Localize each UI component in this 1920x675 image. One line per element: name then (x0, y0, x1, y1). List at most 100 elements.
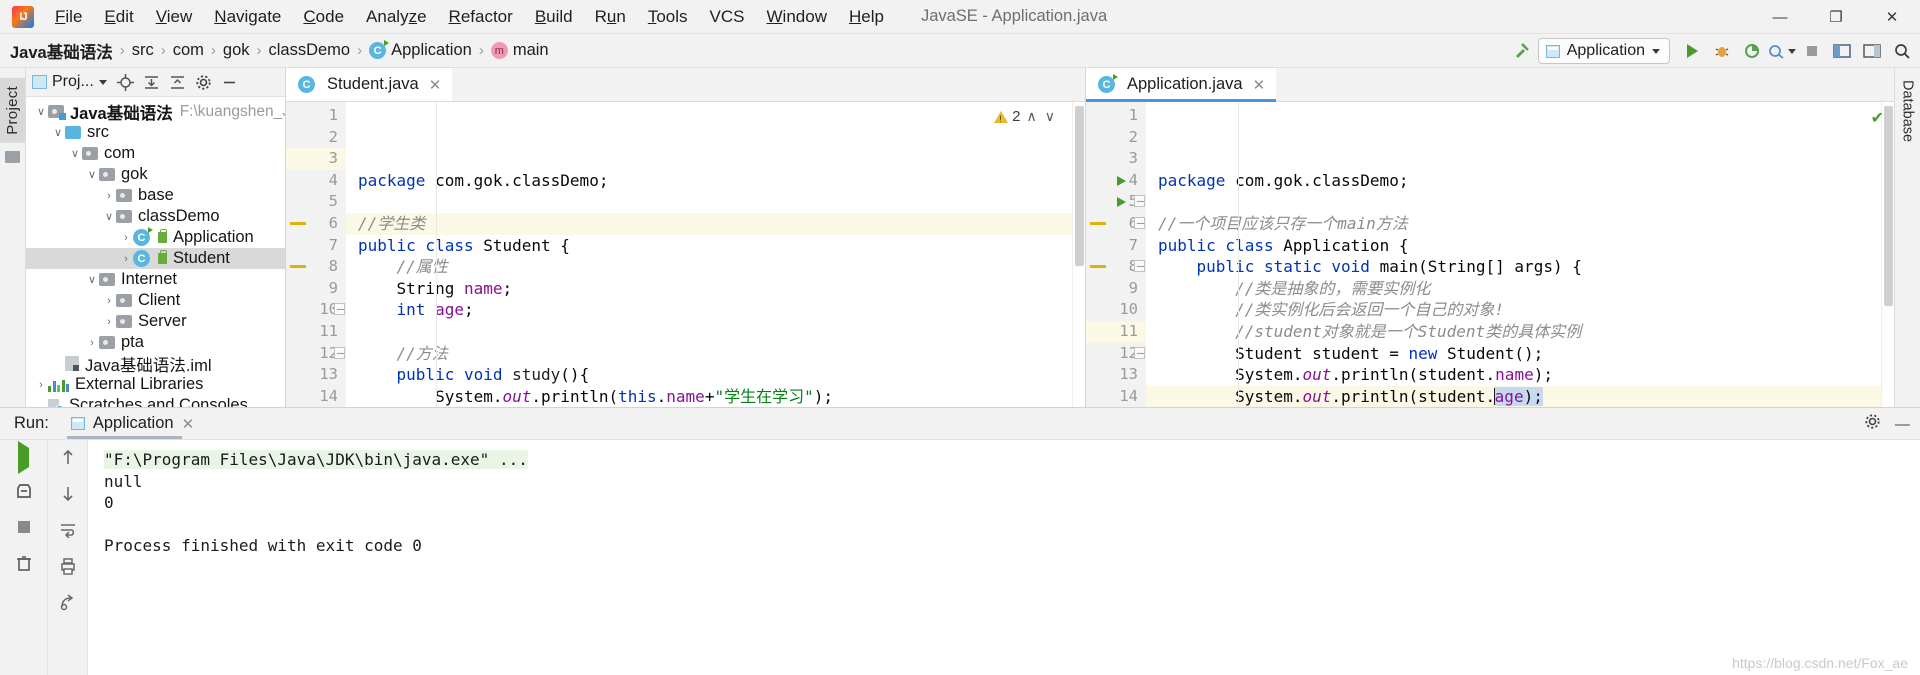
chevron-right-icon[interactable]: › (85, 337, 99, 349)
menu-analyze[interactable]: Analyze (355, 4, 438, 30)
code-line[interactable]: public static void main(String[] args) { (1146, 256, 1894, 278)
chevron-down-icon[interactable]: ∨ (34, 105, 48, 118)
tree-item-gok[interactable]: ∨ gok (26, 164, 285, 185)
tree-item-com[interactable]: ∨ com (26, 143, 285, 164)
editor-scrollbar-right[interactable] (1881, 102, 1894, 407)
tree-item-external-libraries[interactable]: › External Libraries (26, 374, 285, 395)
chevron-down-icon[interactable]: ∨ (85, 168, 99, 181)
editor-scrollbar-left[interactable] (1072, 102, 1085, 407)
tree-item-base[interactable]: › base (26, 185, 285, 206)
tab-student-java[interactable]: C Student.java ✕ (286, 68, 453, 101)
tree-item-server[interactable]: › Server (26, 311, 285, 332)
expand-all-icon[interactable] (140, 71, 163, 94)
breadcrumb-item-com[interactable]: com (173, 41, 204, 60)
code-line[interactable]: System.out.println(this.name+"学生在学习"); (346, 386, 1085, 407)
chevron-down-icon[interactable]: ∨ (51, 126, 65, 139)
menu-tools[interactable]: Tools (637, 4, 699, 30)
chevron-right-icon[interactable]: › (102, 295, 116, 307)
code-left[interactable]: package com.gok.classDemo; //学生类 public c… (346, 102, 1085, 407)
tab-application-java[interactable]: C Application.java ✕ (1086, 68, 1277, 102)
code-line[interactable]: package com.gok.classDemo; (346, 170, 1085, 192)
tree-item-application[interactable]: › C Application (26, 227, 285, 248)
minimize-button[interactable]: — (1752, 0, 1808, 34)
stop-icon[interactable] (14, 481, 34, 506)
minimize-panel-icon[interactable]: — (1895, 416, 1910, 433)
menu-vcs[interactable]: VCS (699, 4, 756, 30)
layout-settings-icon[interactable] (1828, 38, 1856, 64)
menu-code[interactable]: Code (292, 4, 355, 30)
toggle-panel-icon[interactable] (1858, 38, 1886, 64)
trash-icon[interactable] (14, 553, 34, 578)
code-line[interactable] (346, 191, 1085, 213)
gutter-right[interactable]: 1234567891011121314 (1086, 102, 1146, 407)
editor-body-right[interactable]: 1234567891011121314 package com.gok.clas… (1086, 102, 1894, 407)
rerun-icon[interactable] (18, 441, 29, 474)
code-line[interactable]: Student student = new Student(); (1146, 343, 1894, 365)
close-button[interactable]: ✕ (1864, 0, 1920, 34)
chevron-right-icon[interactable]: › (102, 316, 116, 328)
close-icon[interactable]: ✕ (182, 415, 195, 433)
search-icon[interactable] (1888, 38, 1916, 64)
code-line[interactable]: package com.gok.classDemo; (1146, 170, 1894, 192)
tree-item-pta[interactable]: › pta (26, 332, 285, 353)
fold-marker-icon[interactable] (334, 346, 345, 359)
code-line[interactable]: public class Student { (346, 235, 1085, 257)
gutter-left[interactable]: 1 2 3 4 5 6 7 8 9 10 11 12 13 14 (286, 102, 346, 407)
close-icon[interactable]: ✕ (429, 76, 442, 94)
export-icon[interactable] (59, 594, 77, 617)
print-icon[interactable] (59, 557, 77, 580)
breadcrumb-item-gok[interactable]: gok (223, 41, 250, 60)
run-with-coverage-button[interactable] (1738, 38, 1766, 64)
menu-run[interactable]: Run (584, 4, 637, 30)
menu-window[interactable]: Window (756, 4, 838, 30)
code-line[interactable] (1146, 191, 1894, 213)
chevron-down-icon[interactable]: ∨ (68, 147, 82, 160)
collapse-all-icon[interactable] (166, 71, 189, 94)
menu-edit[interactable]: Edit (93, 4, 144, 30)
breadcrumb-item-classdemo[interactable]: classDemo (269, 41, 351, 60)
editor-body-left[interactable]: 1 2 3 4 5 6 7 8 9 10 11 12 13 14 package com.gok.clas… (286, 102, 1085, 407)
console-output[interactable]: "F:\Program Files\Java\JDK\bin\java.exe"… (88, 440, 1920, 675)
run-button[interactable] (1678, 38, 1706, 64)
menu-navigate[interactable]: Navigate (203, 4, 292, 30)
code-line[interactable]: System.out.println(student.name); (1146, 364, 1894, 386)
chevron-down-icon[interactable]: ∨ (1043, 108, 1057, 125)
run-configuration-selector[interactable]: Application (1537, 38, 1670, 64)
code-line[interactable]: //属性 (346, 256, 1085, 278)
tree-item-java-iml[interactable]: Java基础语法.iml (26, 353, 285, 375)
code-line[interactable]: public void study(){ (346, 364, 1085, 386)
code-line[interactable]: //类实例化后会返回一个自己的对象! (1146, 299, 1894, 321)
tree-item-student[interactable]: › C Student (26, 248, 285, 270)
chevron-down-icon[interactable]: ∨ (102, 210, 116, 223)
run-gutter-icon[interactable] (1117, 175, 1126, 186)
chevron-right-icon[interactable]: › (119, 232, 133, 244)
code-line[interactable]: //学生类 (346, 212, 1085, 235)
build-hammer-icon[interactable] (1508, 38, 1536, 64)
chevron-up-icon[interactable]: ∧ (1025, 108, 1039, 125)
tree-item-java[interactable]: ∨ Java基础语法 F:\kuangshen_Jav (26, 101, 285, 123)
project-tree[interactable]: ∨ Java基础语法 F:\kuangshen_Jav ∨ src ∨ com ∨ gok › ba… (26, 97, 285, 407)
tree-item-internet[interactable]: ∨ Internet (26, 269, 285, 290)
breadcrumb-item-project[interactable]: Java基础语法 (10, 39, 113, 63)
fold-marker-icon[interactable] (1134, 195, 1145, 208)
tree-item-client[interactable]: › Client (26, 290, 285, 311)
project-view-selector[interactable]: Proj... (32, 73, 111, 91)
fold-marker-icon[interactable] (334, 303, 345, 316)
settings-gear-icon[interactable] (192, 71, 215, 94)
maximize-button[interactable]: ❐ (1808, 0, 1864, 34)
breadcrumb-item-application[interactable]: C Application (369, 40, 472, 60)
code-line[interactable]: //类是抽象的，需要实例化 (1146, 278, 1894, 300)
inspection-widget-left[interactable]: 2 ∧ ∨ (994, 108, 1057, 125)
stop-button[interactable] (1798, 38, 1826, 64)
chevron-right-icon[interactable]: › (102, 190, 116, 202)
chevron-right-icon[interactable]: › (34, 379, 48, 391)
code-line[interactable] (346, 321, 1085, 343)
fold-marker-icon[interactable] (1134, 346, 1145, 359)
run-tab-application[interactable]: Application ✕ (65, 408, 200, 439)
fold-marker-icon[interactable] (1134, 260, 1145, 273)
tool-window-button-database[interactable]: Database (1896, 74, 1920, 148)
code-line[interactable]: //一个项目应该只存一个main方法 (1146, 213, 1894, 235)
code-line[interactable]: //方法 (346, 343, 1085, 365)
gear-icon[interactable] (1864, 413, 1881, 435)
code-line[interactable]: //student对象就是一个Student类的具体实例 (1146, 321, 1894, 343)
